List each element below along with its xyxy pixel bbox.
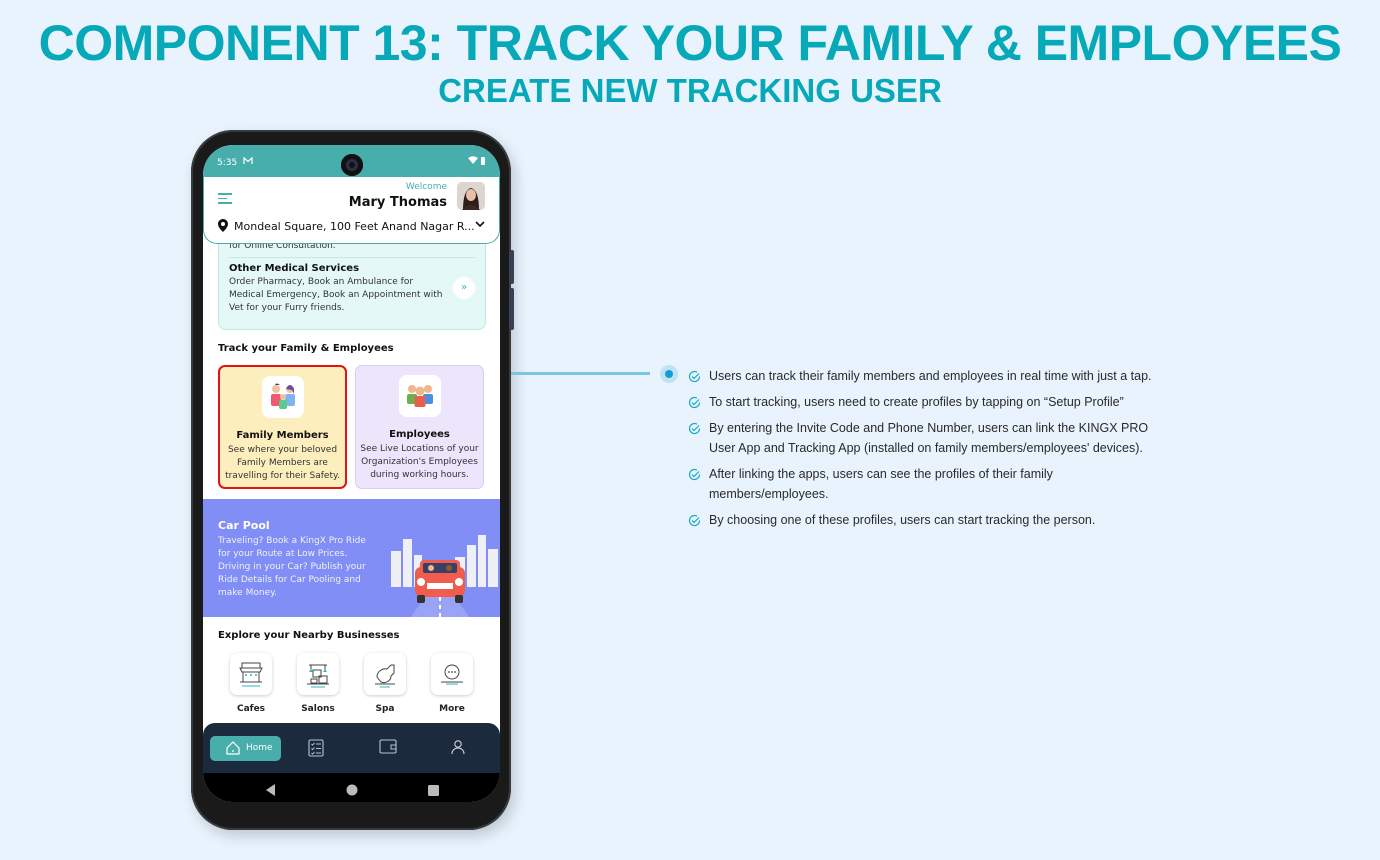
family-card-description: See where your beloved Family Members ar…	[225, 445, 340, 481]
employees-card[interactable]: Employees See Live Locations of your Org…	[355, 365, 484, 489]
check-circle-icon	[688, 421, 701, 441]
page-title: COMPONENT 13: TRACK YOUR FAMILY & EMPLOY…	[38, 15, 1342, 71]
home-icon	[225, 740, 241, 759]
medical-card-title: Other Medical Services	[229, 263, 360, 274]
arrow-right-button[interactable]: »	[453, 277, 475, 299]
medical-services-card[interactable]: for Online Consultation. Other Medical S…	[218, 234, 486, 330]
check-circle-icon	[688, 467, 701, 487]
front-camera	[341, 154, 363, 176]
chevron-down-icon[interactable]	[475, 218, 485, 231]
employees-icon	[398, 375, 441, 417]
volume-button	[509, 250, 514, 284]
cafe-icon	[230, 653, 272, 695]
check-circle-icon	[688, 369, 701, 389]
phone-screen: 5:35 Welcome Mary Thomas Mondeal Square,…	[203, 145, 500, 802]
employees-card-description: See Live Locations of your Organization'…	[360, 444, 479, 480]
nearby-section-title: Explore your Nearby Businesses	[218, 630, 400, 641]
nearby-item-spa[interactable]: Spa	[363, 653, 407, 714]
user-name: Mary Thomas	[348, 195, 447, 210]
family-members-card[interactable]: Family Members See where your beloved Fa…	[218, 365, 347, 489]
nearby-item-label: More	[439, 704, 465, 714]
welcome-label: Welcome	[405, 182, 447, 192]
feature-item: Users can track their family members and…	[688, 366, 1168, 386]
family-card-title: Family Members	[236, 430, 329, 441]
carpool-title: Car Pool	[218, 519, 270, 532]
divider	[229, 257, 475, 258]
home-circle-icon[interactable]	[346, 781, 358, 800]
medical-card-description: Order Pharmacy, Book an Ambulance for Me…	[229, 277, 443, 313]
checklist-icon[interactable]	[308, 739, 324, 761]
nearby-item-salons[interactable]: Salons	[296, 653, 340, 714]
feature-item: By entering the Invite Code and Phone Nu…	[688, 418, 1168, 458]
app-header: Welcome Mary Thomas Mondeal Square, 100 …	[203, 177, 500, 244]
employees-card-title: Employees	[389, 429, 450, 440]
profile-icon[interactable]	[451, 739, 465, 759]
callout-connector-line	[511, 372, 650, 375]
callout-dot	[660, 365, 678, 383]
feature-item: To start tracking, users need to create …	[688, 392, 1168, 412]
nearby-item-label: Salons	[301, 704, 335, 714]
check-circle-icon	[688, 395, 701, 415]
nearby-item-label: Cafes	[236, 704, 266, 714]
nav-home[interactable]: Home	[210, 736, 281, 761]
check-circle-icon	[688, 513, 701, 533]
nav-home-label: Home	[246, 743, 273, 753]
more-icon	[431, 653, 473, 695]
feature-item: By choosing one of these profiles, users…	[688, 510, 1168, 530]
carpool-car-illustration	[391, 535, 498, 617]
location-pin-icon	[218, 219, 228, 235]
wifi-battery-icon	[468, 156, 486, 168]
gmail-icon	[243, 156, 253, 168]
spa-icon	[364, 653, 406, 695]
avatar[interactable]	[457, 182, 485, 210]
nearby-item-label: Spa	[375, 704, 395, 714]
system-nav-bar	[203, 773, 500, 802]
family-icon	[261, 376, 304, 418]
power-button	[509, 288, 514, 330]
bottom-nav: Home	[203, 723, 500, 773]
page-subtitle: CREATE NEW TRACKING USER	[438, 72, 942, 109]
carpool-banner[interactable]: Car Pool Traveling? Book a KingX Pro Rid…	[203, 499, 500, 617]
salon-icon	[297, 653, 339, 695]
status-time: 5:35	[217, 158, 238, 168]
feature-item: After linking the apps, users can see th…	[688, 464, 1168, 504]
feature-list: Users can track their family members and…	[688, 366, 1168, 536]
tracking-section-title: Track your Family & Employees	[218, 343, 394, 354]
wallet-icon[interactable]	[379, 739, 397, 758]
menu-icon[interactable]	[218, 193, 232, 207]
back-icon[interactable]	[266, 781, 276, 800]
address-selector[interactable]: Mondeal Square, 100 Feet Anand Nagar R..…	[234, 220, 475, 233]
recents-icon[interactable]	[428, 781, 439, 800]
carpool-description: Traveling? Book a KingX Pro Ride for you…	[218, 536, 366, 598]
nearby-item-cafes[interactable]: Cafes	[229, 653, 273, 714]
nearby-item-more[interactable]: More	[430, 653, 474, 714]
